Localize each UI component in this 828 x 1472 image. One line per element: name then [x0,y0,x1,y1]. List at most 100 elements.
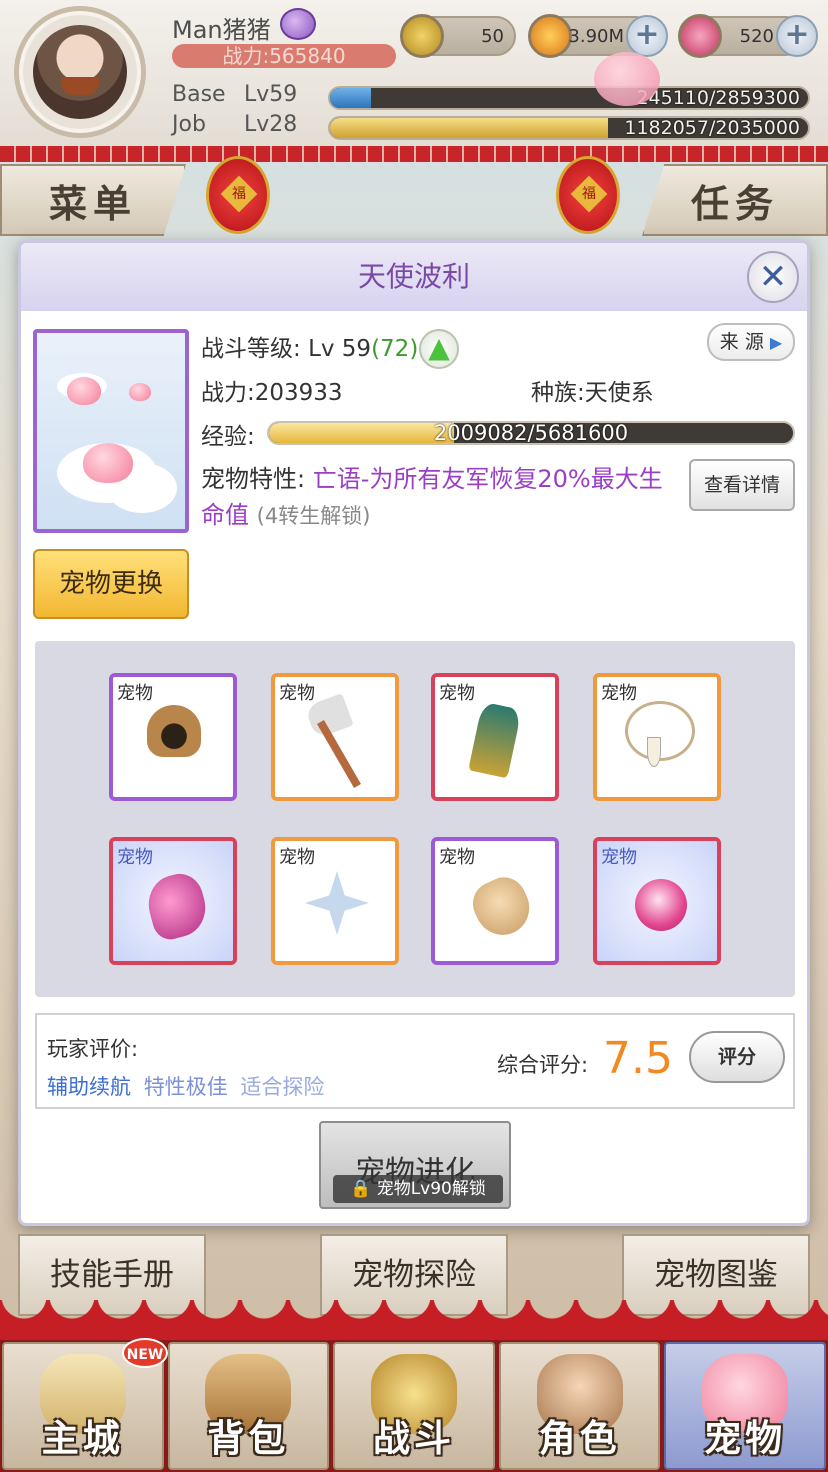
glove-icon [468,701,522,779]
pet-race-value: 天使系 [584,380,654,406]
job-level-row: Job Lv28 [172,112,324,137]
equip-slot-glove[interactable]: 宠物 [431,673,559,801]
evolve-lock-text: 宠物Lv90解锁 [376,1179,486,1199]
new-badge: NEW [122,1338,168,1368]
slot-tag: 宠物 [439,847,475,868]
pet-power-label: 战力: [201,380,255,406]
job-exp-text: 1182057/2035000 [624,117,800,139]
nav-label: 主城 [41,1417,124,1460]
gem-counter: 520 + [678,14,818,58]
review-tag: 特性极佳 [143,1075,228,1099]
rating-box: 玩家评价: 辅助续航 特性极佳 适合探险 综合评分: 7.5 评分 [35,1013,795,1109]
equip-slot-shuriken[interactable]: 宠物 [271,837,399,965]
battle-level-value: Lv 59 [308,336,372,362]
pink-crystal-icon [141,868,213,944]
review-tag: 辅助续航 [47,1075,131,1099]
play-triangle-icon: ▶ [769,333,783,352]
pet-race: 种族:天使系 [531,373,654,407]
equip-slot-horned-hood[interactable]: 宠物 [109,673,237,801]
lantern-left-char: 福 [232,186,246,202]
add-gold-button[interactable]: + [626,15,668,57]
base-level: Lv59 [244,82,298,107]
level-up-arrow-icon[interactable]: ▲ [419,329,459,369]
equip-slot-paw[interactable]: 宠物 [431,837,559,965]
gem-value: 520 [739,26,774,47]
equip-slot-pink-orb[interactable]: 宠物 [593,837,721,965]
score-label: 综合评分: [497,1053,589,1077]
pet-exp-text: 2009082/5681600 [433,421,629,445]
slot-tag: 宠物 [601,683,637,704]
nav-label: 背包 [207,1417,290,1460]
pet-race-label: 种族: [531,380,585,406]
quest-tab[interactable]: 任务 [642,164,828,236]
equip-slot-pink-crystal[interactable]: 宠物 [109,837,237,965]
base-exp-fill [330,88,371,108]
pet-power-value: 203933 [254,380,343,406]
player-review-label: 玩家评价: [47,1037,139,1061]
decorative-strip [0,146,828,162]
job-level: Lv28 [244,112,298,137]
job-exp-bar: 1182057/2035000 [328,116,810,140]
pet-portrait [33,329,189,533]
avatar[interactable] [33,25,127,119]
slot-tag: 宠物 [601,847,637,868]
base-exp-bar: 245110/2859300 [328,86,810,110]
evolve-pet-button[interactable]: 宠物进化 🔒 宠物Lv90解锁 [319,1121,511,1209]
nav-character[interactable]: 角色 [498,1342,661,1470]
nav-label: 战斗 [372,1417,455,1460]
zeny-value: 50 [481,26,504,47]
player-power: 战力:565840 [172,44,396,68]
pet-detail-modal: 天使波利 ✕ 宠物更换 战斗等级: Lv 59(72) ▲ 来 源 ▶ 战力:2… [18,240,810,1226]
pink-orb-icon [635,879,687,931]
z-coin-icon [400,14,444,58]
nav-battle[interactable]: 战斗 [333,1342,495,1470]
add-gem-button[interactable]: + [776,15,818,57]
trait-label: 宠物特性: [201,465,306,493]
zeny-counter: 50 [400,14,516,58]
top-header: Man猪猪 战力:565840 Base Lv59 245110/2859300 … [0,0,828,150]
pet-exp-bar: 2009082/5681600 [267,421,795,445]
player-name: Man猪猪 [172,16,271,44]
menu-tab[interactable]: 菜单 [0,164,186,236]
trait-lock-note: (4转生解锁) [256,504,371,528]
review-tag: 适合探险 [240,1075,325,1099]
equip-slot-fang-necklace[interactable]: 宠物 [593,673,721,801]
slot-tag: 宠物 [117,847,153,868]
battle-level-max: (72) [371,336,419,362]
lock-icon: 🔒 [350,1179,372,1199]
evolve-lock-note: 🔒 宠物Lv90解锁 [333,1175,503,1203]
base-label: Base [172,82,226,107]
nav-label: 角色 [538,1417,621,1460]
rate-button[interactable]: 评分 [689,1031,785,1083]
pet-power: 战力:203933 [201,373,343,407]
view-details-button[interactable]: 查看详情 [689,459,795,511]
nav-backpack[interactable]: 背包 [167,1342,330,1470]
base-exp-text: 245110/2859300 [636,87,800,109]
gold-counter: 3.90M + [528,14,668,58]
lantern-right-char: 福 [582,186,596,202]
lantern-left-icon: 福 [206,156,270,234]
gold-pouch-icon [528,14,572,58]
equip-slot-axe[interactable]: 宠物 [271,673,399,801]
source-label: 来 源 [719,331,764,353]
swap-pet-button[interactable]: 宠物更换 [33,549,189,619]
paw-icon [465,870,539,944]
modal-title: 天使波利 [21,243,807,311]
gold-value: 3.90M [568,26,624,47]
source-button[interactable]: 来 源 ▶ [707,323,795,361]
lantern-right-icon: 福 [556,156,620,234]
slot-tag: 宠物 [279,683,315,704]
player-avatar-frame[interactable] [14,6,146,138]
job-exp-fill [330,118,608,138]
equipment-panel: 宠物 宠物 宠物 宠物 宠物 宠物 宠物 宠物 [35,641,795,997]
slot-tag: 宠物 [439,683,475,704]
pink-gem-icon [678,14,722,58]
score-value: 7.5 [603,1033,673,1084]
nav-label: 宠物 [704,1417,787,1460]
slot-tag: 宠物 [117,683,153,704]
poring-mascot-icon[interactable] [594,52,660,106]
review-tags: 辅助续航 特性极佳 适合探险 [47,1071,330,1101]
close-icon[interactable]: ✕ [747,251,799,303]
nav-pet[interactable]: 宠物 [664,1342,826,1470]
guild-badge-icon[interactable] [280,8,316,40]
